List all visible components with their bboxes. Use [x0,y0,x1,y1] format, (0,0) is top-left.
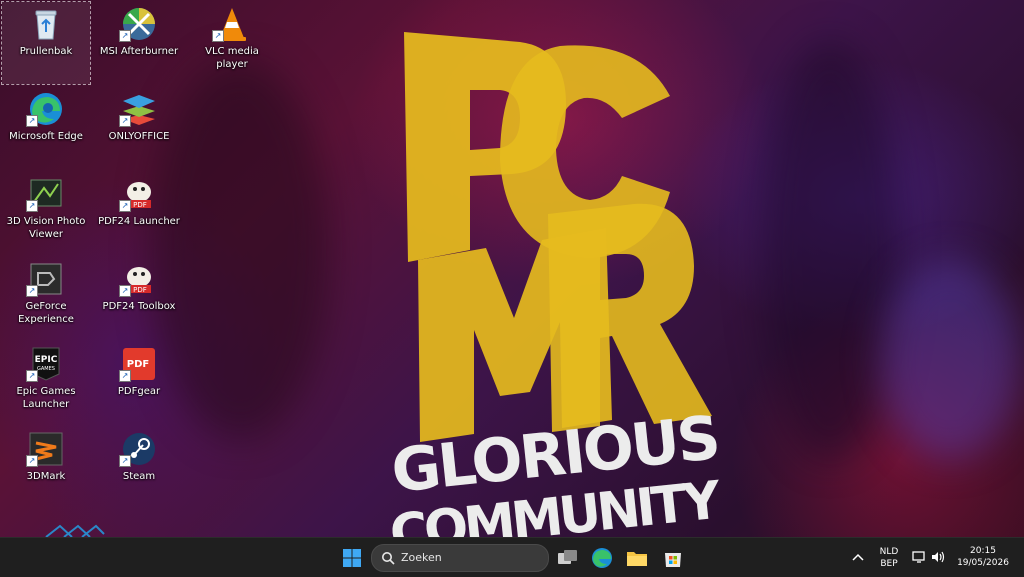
desktop-icon-label: Prullenbak [19,46,73,57]
desktop-icon-pdf24-toolbox[interactable]: PDF ↗ PDF24 Toolbox [95,257,183,339]
chevron-up-icon[interactable] [851,551,865,563]
desktop-icon-vlc[interactable]: ↗ VLC media player [188,2,276,84]
desktop-icon-pdfgear[interactable]: PDF ↗ PDFgear [95,342,183,424]
task-view-button[interactable] [553,544,581,572]
desktop-icon-label: Steam [122,471,156,482]
svg-text:PDF: PDF [127,359,149,370]
desktop-icon-onlyoffice[interactable]: ↗ ONLYOFFICE [95,87,183,169]
desktop-icon-3d-vision[interactable]: ↗ 3D Vision Photo Viewer [2,172,90,254]
shortcut-arrow-icon: ↗ [119,455,131,467]
edge-taskbar-icon[interactable] [588,544,616,572]
shortcut-arrow-icon: ↗ [119,200,131,212]
taskbar: Zoeken NLD BEP 20:15 19/05/2026 [0,537,1024,577]
svg-text:GAMES: GAMES [37,366,55,372]
desktop-icon-3dmark[interactable]: ↗ 3DMark [2,427,90,509]
search-placeholder: Zoeken [401,551,442,564]
svg-text:PDF: PDF [133,201,147,209]
clock-date: 19/05/2026 [957,558,1009,568]
search-icon [382,552,395,565]
shortcut-arrow-icon: ↗ [26,200,38,212]
microsoft-store-icon[interactable] [659,544,687,572]
desktop-icon-pdf24-launcher[interactable]: PDF ↗ PDF24 Launcher [95,172,183,254]
desktop-icon-label: 3D Vision Photo Viewer [6,216,86,240]
desktop-icon-geforce[interactable]: ↗ GeForce Experience [2,257,90,339]
shortcut-arrow-icon: ↗ [26,455,38,467]
svg-text:PDF: PDF [133,286,147,294]
file-explorer-icon[interactable] [623,544,651,572]
language-indicator[interactable]: NLD BEP [874,546,904,570]
desktop-icon-label: 3DMark [26,471,66,482]
network-icon[interactable] [911,549,927,565]
start-button[interactable] [338,544,366,572]
desktop-icon-recycle-bin[interactable]: Prullenbak [1,1,91,85]
desktop-icon-epic-games[interactable]: EPIC GAMES ↗ Epic Games Launcher [2,342,90,424]
shortcut-arrow-icon: ↗ [119,115,131,127]
language-code: NLD [879,547,899,557]
shortcut-arrow-icon: ↗ [119,30,131,42]
shortcut-arrow-icon: ↗ [119,370,131,382]
desktop-icon-label: PDF24 Toolbox [102,301,176,312]
volume-icon[interactable] [930,549,946,565]
shortcut-arrow-icon: ↗ [119,285,131,297]
desktop-icon-label: MSI Afterburner [99,46,179,57]
shortcut-arrow-icon: ↗ [26,370,38,382]
desktop-icon-label: Microsoft Edge [9,131,83,142]
svg-text:EPIC: EPIC [35,355,58,365]
desktop-icon-label: PDF24 Launcher [98,216,180,227]
desktop-icon-label: PDFgear [117,386,161,397]
partial-desktop-icon [45,524,105,537]
desktop-icon-label: Epic Games Launcher [16,386,76,410]
clock-time: 20:15 [970,546,996,556]
desktop-icon-edge[interactable]: ↗ Microsoft Edge [2,87,90,169]
shortcut-arrow-icon: ↗ [26,285,38,297]
taskbar-search-box[interactable]: Zoeken [371,544,549,572]
desktop-icon-label: GeForce Experience [18,301,74,325]
desktop-icon-msi-afterburner[interactable]: ↗ MSI Afterburner [95,2,183,84]
desktop-icon-label: VLC media player [205,46,259,70]
shortcut-arrow-icon: ↗ [26,115,38,127]
desktop-icon-steam[interactable]: ↗ Steam [95,427,183,509]
clock[interactable]: 20:15 19/05/2026 [950,545,1016,569]
keyboard-layout: BEP [880,559,898,569]
desktop-icon-label: ONLYOFFICE [108,131,170,142]
shortcut-arrow-icon: ↗ [212,30,224,42]
recycle-bin-icon [35,10,57,40]
